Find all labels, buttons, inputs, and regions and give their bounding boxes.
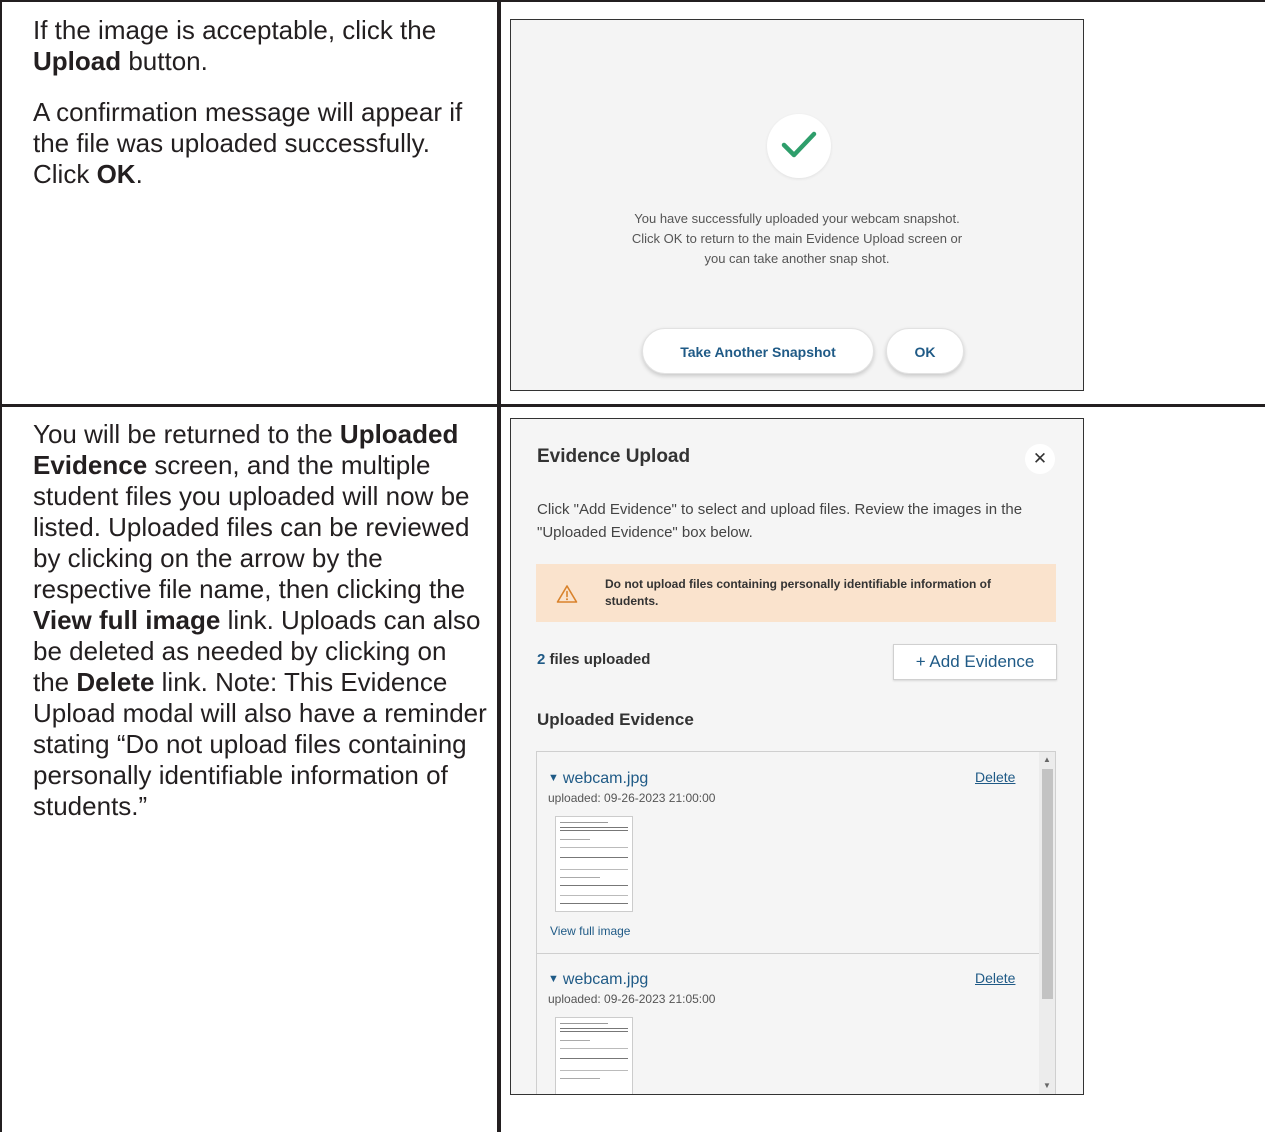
warning-text: Do not upload files containing personall…	[605, 577, 992, 608]
delete-link[interactable]: Delete	[975, 769, 1015, 785]
pii-warning-banner: Do not upload files containing personall…	[536, 564, 1056, 622]
bold-text: Delete	[76, 667, 155, 697]
close-icon: ✕	[1032, 449, 1048, 468]
scroll-thumb[interactable]	[1042, 769, 1053, 999]
text-run: If the image is acceptable, click the	[33, 15, 437, 45]
row1-paragraph-1: If the image is acceptable, click the Up…	[33, 15, 488, 77]
list-scrollbar[interactable]: ▲ ▼	[1039, 752, 1055, 1094]
warning-triangle-icon	[556, 585, 578, 603]
modal-title: Evidence Upload	[537, 446, 691, 467]
file-name-link[interactable]: ▼ webcam.jpg	[548, 770, 648, 788]
modal-intro-text: Click "Add Evidence" to select and uploa…	[537, 501, 1023, 541]
bold-text: View full image	[33, 605, 221, 635]
add-evidence-button[interactable]: + Add Evidence	[893, 644, 1057, 680]
file-name: webcam.jpg	[562, 770, 649, 787]
view-full-image-link[interactable]: View full image	[550, 924, 630, 938]
confirmation-message: You have successfully uploaded your webc…	[511, 209, 1083, 269]
delete-link[interactable]: Delete	[975, 970, 1015, 986]
evidence-upload-modal: Evidence Upload ✕ Click "Add Evidence" t…	[510, 418, 1084, 1095]
table-column-divider	[497, 0, 501, 1132]
ok-button[interactable]: OK	[886, 328, 964, 374]
table-border-left	[0, 0, 2, 1132]
row2-paragraph-1: You will be returned to the Uploaded Evi…	[33, 419, 488, 822]
text-run: You will be returned to the	[33, 419, 340, 449]
upload-date: uploaded: 09-26-2023 21:05:00	[548, 992, 716, 1006]
close-button[interactable]: ✕	[1025, 444, 1055, 474]
success-badge	[767, 114, 831, 178]
files-uploaded-count: 2 files uploaded	[537, 651, 650, 668]
bold-text: OK	[96, 159, 136, 189]
row1-instructions: If the image is acceptable, click the Up…	[33, 15, 488, 210]
uploaded-evidence-list[interactable]: ▼ webcam.jpg uploaded: 09-26-2023 21:00:0…	[536, 751, 1056, 1094]
table-row-divider	[0, 404, 1265, 407]
expand-arrow-icon[interactable]: ▼	[548, 772, 559, 784]
confirmation-line-2: Click OK to return to the main Evidence …	[631, 231, 963, 246]
file-thumbnail	[555, 816, 633, 912]
text-run: .	[135, 159, 143, 189]
confirmation-line-3: you can take another snap shot.	[704, 251, 890, 266]
check-icon	[781, 131, 817, 158]
scroll-up-icon[interactable]: ▲	[1043, 755, 1051, 764]
list-item: ▼ webcam.jpg uploaded: 09-26-2023 21:05:0…	[537, 953, 1039, 1094]
scroll-down-icon[interactable]: ▼	[1043, 1081, 1051, 1090]
file-name-link[interactable]: ▼ webcam.jpg	[548, 971, 648, 989]
take-another-snapshot-button[interactable]: Take Another Snapshot	[642, 328, 874, 374]
file-name: webcam.jpg	[562, 971, 649, 988]
bold-text: Upload	[33, 46, 122, 76]
upload-confirmation-panel: You have successfully uploaded your webc…	[510, 19, 1084, 391]
text-run: button.	[121, 46, 208, 76]
expand-arrow-icon[interactable]: ▼	[548, 973, 559, 985]
row2-instructions: You will be returned to the Uploaded Evi…	[33, 419, 488, 842]
list-item: ▼ webcam.jpg uploaded: 09-26-2023 21:00:0…	[537, 752, 1039, 952]
table-border-top	[0, 0, 1265, 2]
confirmation-line-1: You have successfully uploaded your webc…	[634, 211, 960, 226]
file-thumbnail	[555, 1017, 633, 1094]
uploaded-evidence-heading: Uploaded Evidence	[537, 710, 694, 729]
row1-paragraph-2: A confirmation message will appear if th…	[33, 97, 488, 190]
files-count-label: files uploaded	[545, 651, 651, 668]
upload-date: uploaded: 09-26-2023 21:00:00	[548, 791, 716, 805]
